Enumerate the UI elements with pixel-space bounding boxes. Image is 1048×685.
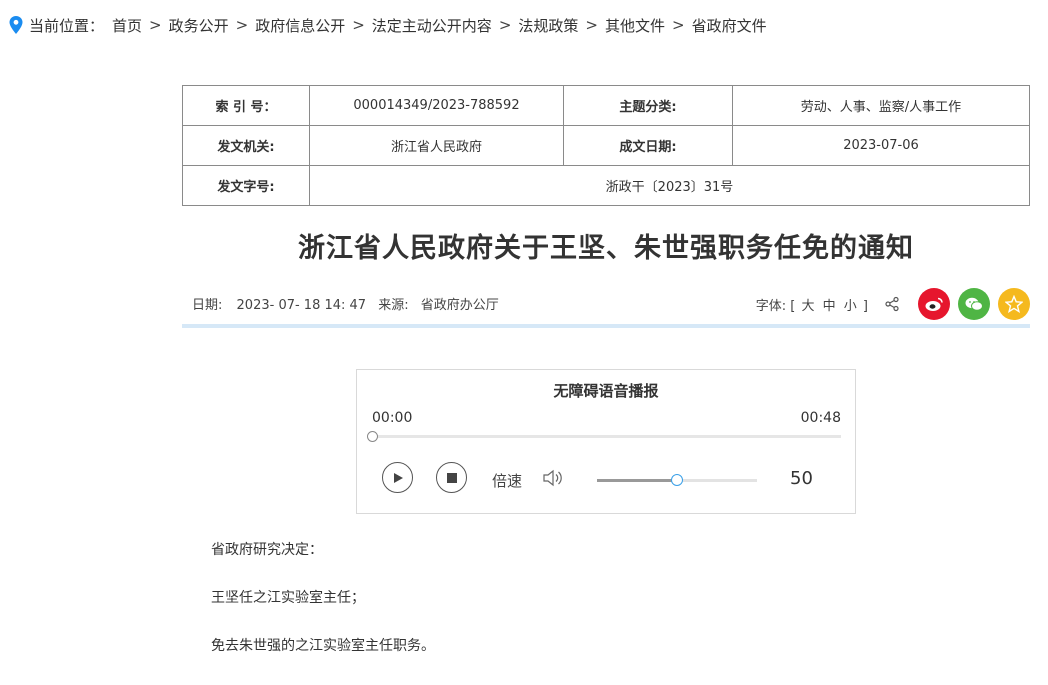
progress-handle[interactable] xyxy=(367,431,378,442)
date-label: 日期: xyxy=(192,298,223,313)
breadcrumb: 当前位置： 首页 > 政务公开 > 政府信息公开 > 法定主动公开内容 > 法规… xyxy=(9,15,767,35)
breadcrumb-other-files[interactable]: 其他文件 xyxy=(605,15,665,36)
paragraph: 免去朱世强的之江实验室主任职务。 xyxy=(211,638,435,654)
topic-value: 劳动、人事、监察/人事工作 xyxy=(732,85,1030,126)
breadcrumb-separator: > xyxy=(149,16,162,34)
stop-button[interactable] xyxy=(436,462,467,493)
font-small-button[interactable]: 小 xyxy=(844,299,857,314)
volume-icon[interactable] xyxy=(542,468,564,488)
speed-button[interactable]: 倍速 xyxy=(492,470,522,491)
source-label: 来源: xyxy=(378,298,409,313)
breadcrumb-separator: > xyxy=(235,16,249,34)
document-meta-table: 索 引 号： 000014349/2023-788592 主题分类: 劳动、人事… xyxy=(182,85,1030,206)
font-bracket-open: [ xyxy=(790,298,796,314)
issuer-label: 发文机关: xyxy=(182,125,310,166)
topic-label: 主题分类: xyxy=(563,85,733,126)
audio-player: 无障碍语音播报 00:00 00:48 倍速 50 xyxy=(356,369,856,514)
favorite-button[interactable] xyxy=(998,288,1030,320)
source-value: 省政府办公厅 xyxy=(420,298,499,313)
paragraph: 省政府研究决定： xyxy=(211,542,323,558)
volume-fill xyxy=(597,479,677,482)
stop-icon xyxy=(446,472,457,483)
wechat-icon xyxy=(965,297,983,311)
font-size-control: 字体: [ 大 中 小 ] xyxy=(756,295,868,314)
breadcrumb-separator: > xyxy=(672,16,685,34)
breadcrumb-gov-affairs[interactable]: 政务公开 xyxy=(169,15,229,36)
article-tools: 字体: [ 大 中 小 ] xyxy=(756,288,1030,320)
docno-label: 发文字号: xyxy=(182,165,310,206)
docno-value: 浙政干〔2023〕31号 xyxy=(309,165,1030,206)
volume-slider[interactable] xyxy=(597,474,757,486)
date-label: 成文日期: xyxy=(563,125,733,166)
table-row: 索 引 号： 000014349/2023-788592 主题分类: 劳动、人事… xyxy=(182,85,1030,126)
breadcrumb-statutory-content[interactable]: 法定主动公开内容 xyxy=(372,15,492,36)
font-large-button[interactable]: 大 xyxy=(801,299,814,314)
article-body: 省政府研究决定： 王坚任之江实验室主任； 免去朱世强的之江实验室主任职务。 xyxy=(211,541,435,685)
date-value: 2023-07-06 xyxy=(732,125,1030,166)
article-title: 浙江省人民政府关于王坚、朱世强职务任免的通知 xyxy=(298,233,914,264)
issuer-value: 浙江省人民政府 xyxy=(309,125,564,166)
breadcrumb-prefix: 当前位置： xyxy=(29,16,105,35)
publish-date: 2023- 07- 18 14: 47 xyxy=(236,298,367,313)
weibo-share-button[interactable] xyxy=(918,288,950,320)
map-pin-icon xyxy=(9,16,23,34)
total-time: 00:48 xyxy=(800,410,841,426)
article-info-bar: 日期: 2023- 07- 18 14: 47 来源: 省政府办公厅 字体: [… xyxy=(182,288,1030,328)
article-meta: 日期: 2023- 07- 18 14: 47 来源: 省政府办公厅 xyxy=(192,294,503,313)
breadcrumb-home[interactable]: 首页 xyxy=(112,15,142,36)
table-row: 发文字号: 浙政干〔2023〕31号 xyxy=(182,165,1030,206)
weibo-icon xyxy=(925,297,943,311)
breadcrumb-gov-info[interactable]: 政府信息公开 xyxy=(255,15,345,36)
share-icon[interactable] xyxy=(884,296,900,312)
breadcrumb-provincial-files[interactable]: 省政府文件 xyxy=(692,15,767,36)
breadcrumb-separator: > xyxy=(498,16,512,34)
font-medium-button[interactable]: 中 xyxy=(823,299,836,314)
breadcrumb-regulations[interactable]: 法规政策 xyxy=(518,15,578,36)
progress-track[interactable] xyxy=(373,435,841,438)
font-size-label: 字体: xyxy=(755,298,787,314)
index-label: 索 引 号： xyxy=(182,85,310,126)
volume-handle[interactable] xyxy=(671,474,683,486)
current-time: 00:00 xyxy=(372,410,413,426)
play-icon xyxy=(393,472,403,483)
star-icon xyxy=(1005,295,1023,313)
paragraph: 王坚任之江实验室主任； xyxy=(211,590,365,606)
index-value: 000014349/2023-788592 xyxy=(309,85,564,126)
play-button[interactable] xyxy=(382,462,413,493)
player-title: 无障碍语音播报 xyxy=(553,382,659,400)
wechat-share-button[interactable] xyxy=(958,288,990,320)
breadcrumb-separator: > xyxy=(352,16,365,34)
volume-value: 50 xyxy=(790,468,813,489)
breadcrumb-separator: > xyxy=(585,16,598,34)
font-bracket-close: ] xyxy=(862,298,868,314)
table-row: 发文机关: 浙江省人民政府 成文日期: 2023-07-06 xyxy=(182,125,1030,166)
